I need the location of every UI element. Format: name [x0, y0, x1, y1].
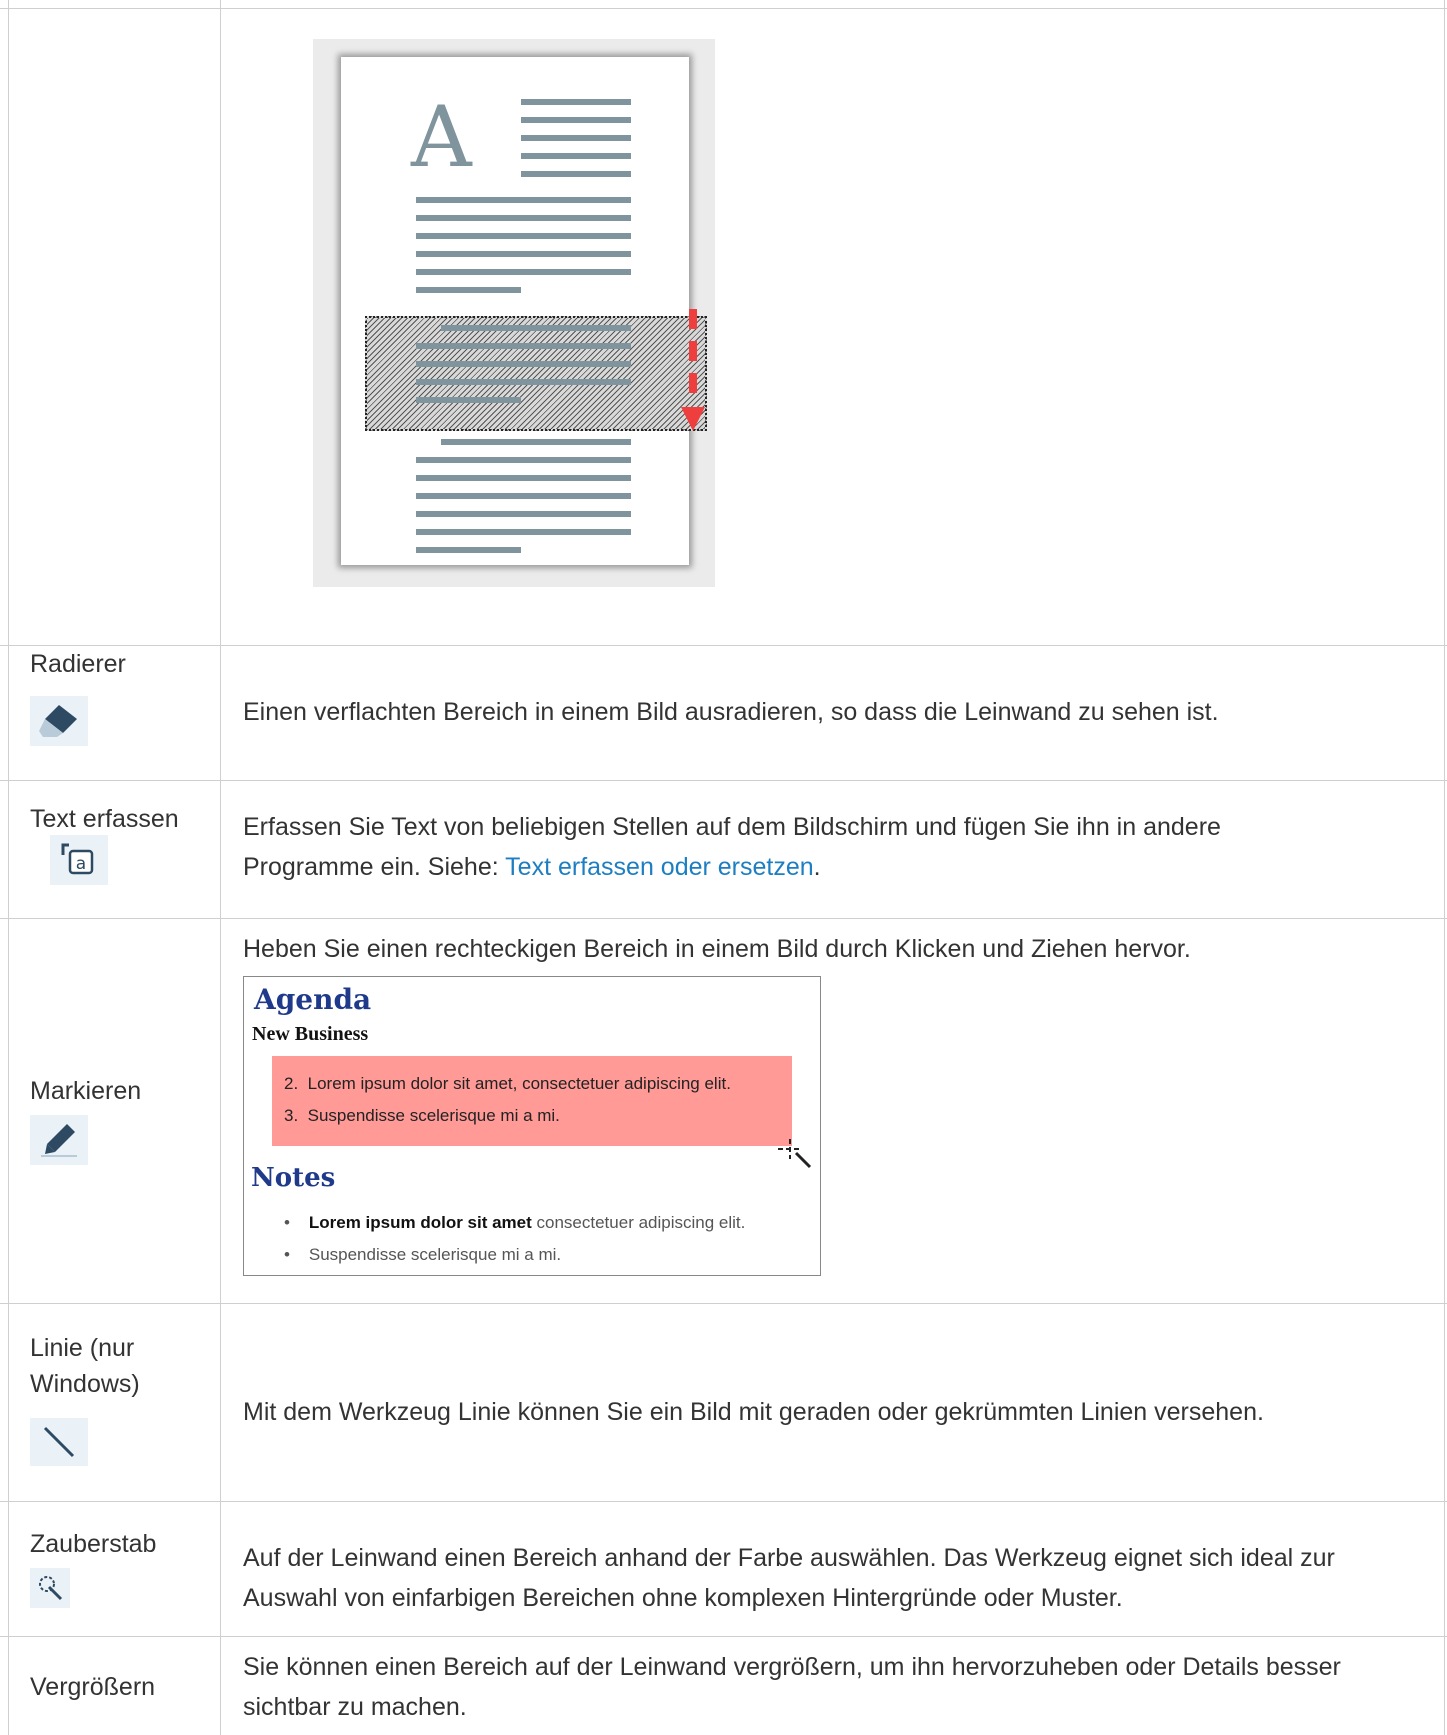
table-row-illustration: A — [0, 8, 1447, 645]
tool-description-zauberstab: Auf der Leinwand einen Bereich anhand de… — [243, 1544, 1335, 1612]
tool-description-text-erfassen: Erfassen Sie Text von beliebigen Stellen… — [243, 813, 1221, 881]
text-erfassen-link[interactable]: Text erfassen oder ersetzen — [505, 853, 814, 881]
tool-description-radierer: Einen verflachten Bereich in einem Bild … — [243, 698, 1219, 726]
highlight-rectangle — [272, 1056, 792, 1146]
highlighter-icon — [30, 1115, 88, 1165]
agenda-item: 2. Lorem ipsum dolor sit amet, consectet… — [284, 1074, 731, 1093]
tool-name-zauberstab: Zauberstab — [30, 1530, 157, 1558]
tool-description-linie: Mit dem Werkzeug Linie können Sie ein Bi… — [243, 1398, 1264, 1426]
table-row-linie: Linie (nur Windows) Mit dem Werkzeug Lin… — [0, 1303, 1447, 1501]
agenda-title: Agenda — [254, 983, 372, 1016]
scrolling-capture-illustration: A — [313, 39, 715, 587]
eraser-icon — [30, 696, 88, 746]
selected-scroll-region — [365, 316, 707, 431]
magic-wand-icon — [30, 1568, 70, 1608]
tool-name-linie: Linie (nur Windows) — [30, 1334, 140, 1398]
document-page: A — [341, 57, 707, 565]
scroll-down-arrow-icon — [681, 309, 705, 431]
letter-a-glyph: A — [411, 88, 472, 186]
notes-bullet: • Lorem ipsum dolor sit amet consectetue… — [284, 1213, 746, 1232]
notes-bullet: • Suspendisse scelerisque mi a mi. — [284, 1245, 562, 1264]
agenda-item: 3. Suspendisse scelerisque mi a mi. — [284, 1106, 560, 1125]
tool-name-text-erfassen: Text erfassen — [30, 805, 179, 833]
svg-text:a: a — [76, 854, 86, 874]
table-row-zauberstab: Zauberstab Auf der Leinwand einen Bereic… — [0, 1501, 1447, 1636]
tool-description-markieren: Heben Sie einen rechteckigen Bereich in … — [243, 935, 1191, 963]
agenda-subtitle: New Business — [252, 1023, 369, 1045]
table-row-radierer: Radierer Einen verflachten Bereich in ei… — [0, 645, 1447, 780]
tool-description-vergroessern: Sie können einen Bereich auf der Leinwan… — [243, 1653, 1341, 1721]
crosshair-cursor-icon — [778, 1139, 812, 1169]
table-row-text-erfassen: Text erfassen a Erfassen Sie Text von be… — [0, 780, 1447, 918]
table-row-vergroessern: Vergrößern Sie können einen Bereich auf … — [0, 1636, 1447, 1735]
tool-name-markieren: Markieren — [30, 1077, 142, 1105]
line-icon — [30, 1418, 88, 1466]
notes-title: Notes — [251, 1163, 336, 1193]
highlight-example-image: Agenda New Business 2. Lorem ipsum dolor… — [243, 976, 821, 1276]
tool-name-vergroessern: Vergrößern — [30, 1673, 156, 1701]
text-capture-icon: a — [50, 835, 108, 885]
tool-name-radierer: Radierer — [30, 650, 126, 678]
